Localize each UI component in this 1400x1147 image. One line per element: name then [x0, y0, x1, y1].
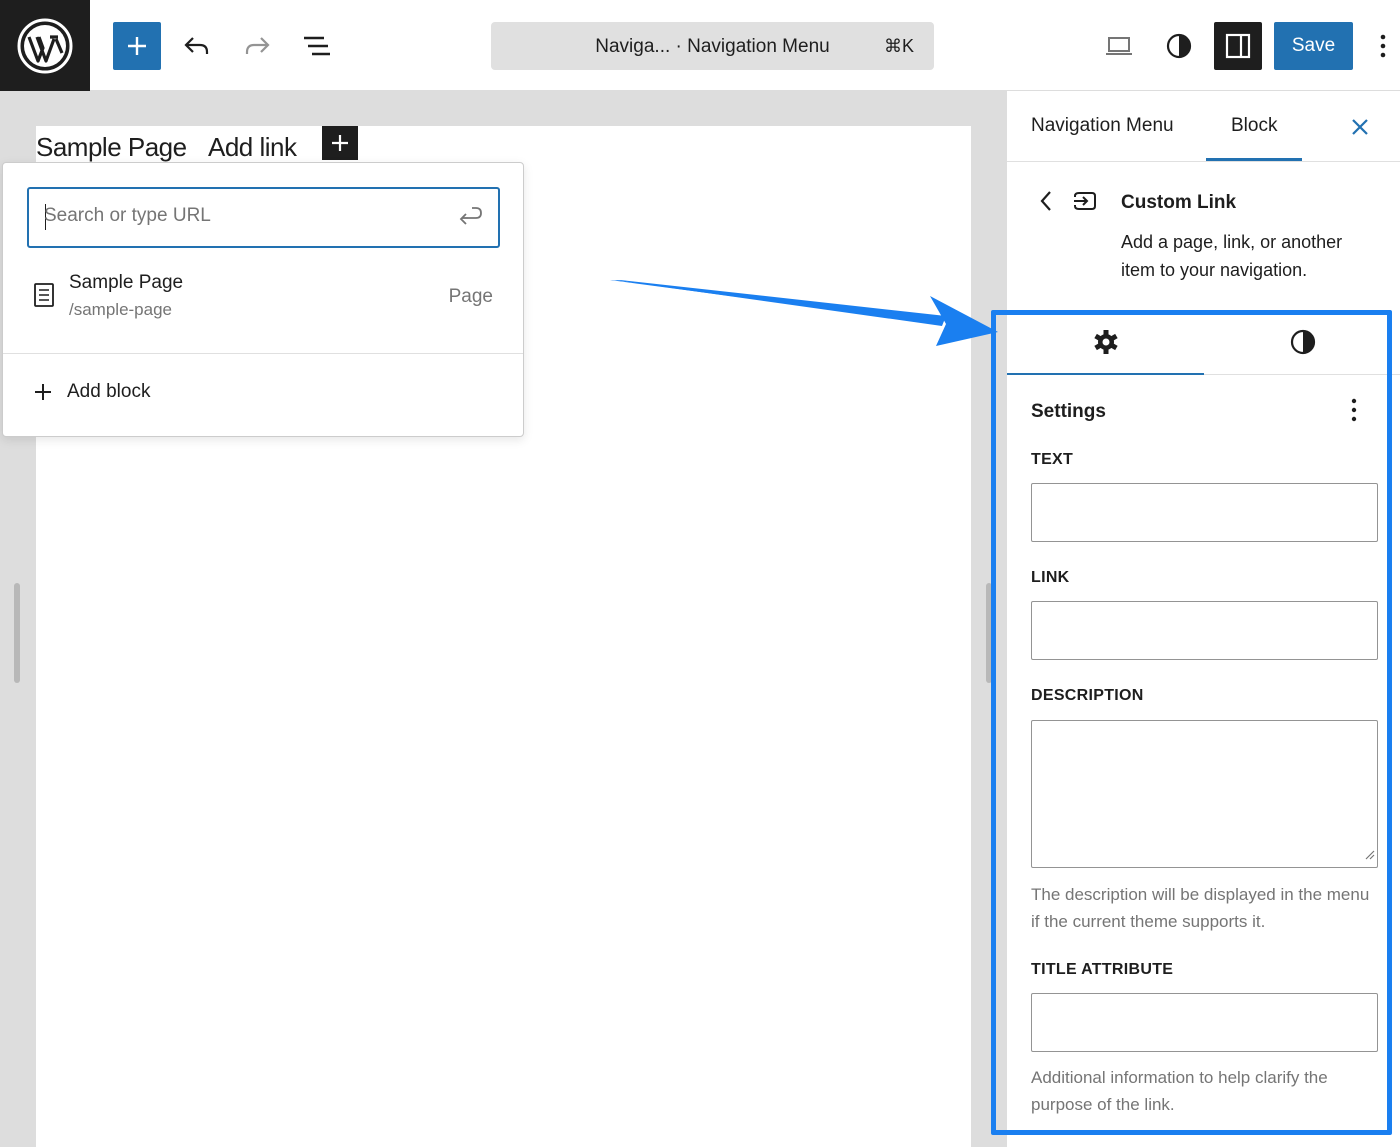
styles-button[interactable]	[1155, 22, 1203, 70]
gear-icon	[1093, 330, 1118, 354]
tab-settings[interactable]	[1007, 309, 1204, 375]
left-resize-handle[interactable]	[14, 583, 20, 683]
shortcut-hint: ⌘K	[883, 36, 914, 56]
plus-icon	[35, 384, 51, 400]
block-inspector-tabs	[1007, 309, 1400, 375]
link-field[interactable]	[1031, 601, 1378, 660]
sidebar-icon	[1225, 33, 1251, 59]
redo-icon	[245, 37, 270, 54]
block-card: Custom Link Add a page, link, or another…	[1007, 162, 1400, 302]
suggestion-title: Sample Page	[69, 272, 184, 293]
annotation-arrow-icon	[610, 280, 998, 346]
redo-button[interactable]	[233, 22, 281, 70]
close-icon	[1352, 119, 1368, 135]
right-resize-handle[interactable]	[986, 583, 992, 683]
options-menu-button[interactable]	[1366, 22, 1400, 70]
contrast-icon	[1166, 33, 1192, 59]
link-control-popover: Sample Page /sample-page Page Add block	[2, 162, 524, 437]
sidebar-tabs: Navigation Menu Block	[1007, 91, 1400, 162]
active-subtab-indicator	[1007, 373, 1204, 375]
settings-sidebar-toggle[interactable]	[1214, 22, 1262, 70]
more-vertical-icon	[1351, 398, 1357, 422]
plus-icon	[128, 37, 146, 55]
document-title: Naviga... · Navigation Menu	[595, 36, 830, 57]
title-attribute-label: TITLE ATTRIBUTE	[1031, 961, 1174, 978]
link-search-field[interactable]	[27, 187, 500, 248]
block-card-title: Custom Link	[1121, 192, 1237, 213]
active-tab-indicator	[1206, 158, 1302, 161]
close-sidebar-button[interactable]	[1346, 113, 1374, 141]
block-card-description: Add a page, link, or another item to you…	[1121, 232, 1343, 280]
settings-panel-title: Settings	[1031, 401, 1106, 422]
link-field-label: LINK	[1031, 569, 1070, 586]
suggestion-type: Page	[448, 286, 493, 307]
custom-link-icon	[1070, 188, 1098, 219]
resize-grip-icon[interactable]	[1363, 847, 1375, 865]
tab-block[interactable]: Block	[1231, 115, 1277, 137]
document-overview-button[interactable]	[293, 22, 341, 70]
editor-header: Naviga... · Navigation Menu ⌘K Save	[0, 0, 1400, 91]
add-block-label: Add block	[67, 381, 151, 402]
suggestion-url: /sample-page	[69, 300, 173, 319]
list-view-icon	[304, 36, 330, 56]
contrast-icon	[1290, 329, 1315, 355]
settings-sidebar: Navigation Menu Block Custom Link Add a …	[1006, 91, 1400, 1147]
settings-options-button[interactable]	[1351, 397, 1357, 428]
description-textarea[interactable]	[1031, 720, 1378, 868]
plus-icon	[332, 135, 348, 151]
nav-item-sample-page[interactable]: Sample Page	[36, 132, 187, 163]
page-icon	[33, 282, 55, 313]
nav-item-add-link[interactable]: Add link	[208, 132, 297, 166]
wordpress-logo-icon[interactable]	[0, 0, 90, 91]
tab-styles[interactable]	[1204, 309, 1400, 375]
link-suggestion-item[interactable]: Sample Page /sample-page Page	[3, 268, 523, 338]
undo-icon	[184, 37, 209, 54]
save-button[interactable]: Save	[1274, 22, 1353, 70]
submit-link-icon[interactable]	[456, 205, 484, 236]
popover-divider	[3, 353, 523, 354]
add-block-button[interactable]: Add block	[33, 381, 150, 403]
title-attribute-field[interactable]	[1031, 993, 1378, 1052]
undo-button[interactable]	[173, 22, 221, 70]
nav-add-block-button[interactable]	[322, 126, 358, 160]
chevron-left-icon	[1040, 191, 1051, 211]
back-button[interactable]	[1039, 190, 1053, 217]
tab-navigation-menu[interactable]: Navigation Menu	[1031, 115, 1174, 137]
laptop-icon	[1106, 37, 1132, 55]
view-button[interactable]	[1095, 22, 1143, 70]
text-field[interactable]	[1031, 483, 1378, 542]
link-search-input[interactable]	[44, 205, 424, 227]
text-field-label: TEXT	[1031, 451, 1074, 468]
command-palette-bar[interactable]: Naviga... · Navigation Menu ⌘K	[491, 22, 934, 70]
block-inserter-button[interactable]	[113, 22, 161, 70]
more-vertical-icon	[1380, 34, 1386, 58]
description-help-text: The description will be displayed in the…	[1031, 885, 1370, 931]
description-field-label: DESCRIPTION	[1031, 687, 1144, 704]
title-attribute-help-text: Additional information to help clarify t…	[1031, 1068, 1328, 1114]
